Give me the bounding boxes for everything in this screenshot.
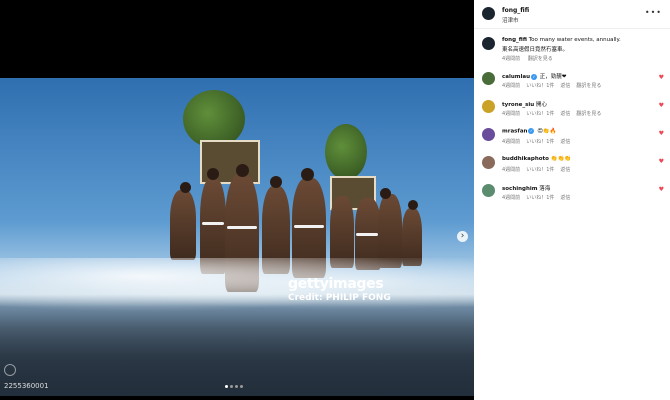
comment-text: 落海 <box>539 186 551 192</box>
comment-time[interactable]: 4週間前 <box>502 195 520 201</box>
head <box>270 176 282 188</box>
comment-line: sochinghim 落海 <box>502 184 550 192</box>
caption: fong_fifi Too many water events, annuall… <box>502 37 621 43</box>
comment-likes[interactable]: いいね！1件 <box>526 139 554 145</box>
comment-reply-button[interactable]: 返信 <box>560 167 570 173</box>
heart-icon[interactable]: ♥ <box>659 158 664 165</box>
comment-emoji: 😍👏🔥 <box>537 128 557 135</box>
comment-line: calumlau ✓ 正，勁靚❤ <box>502 72 566 80</box>
comment-reply-button[interactable]: 返信 <box>560 111 570 117</box>
comment-reply-button[interactable]: 返信 <box>560 83 570 89</box>
comment-line: buddhikaphoto 👏👏👏 <box>502 156 571 162</box>
caption-username[interactable]: fong_fifi <box>502 37 527 43</box>
head <box>236 164 249 177</box>
getty-watermark: gettyimages Credit: PHILIP FONG <box>288 276 391 303</box>
caption-translate[interactable]: 翻訳を見る <box>528 56 553 62</box>
head <box>301 168 314 181</box>
comment-meta: 4週間前 いいね！1件 返信 <box>502 138 576 145</box>
comment-username[interactable]: calumlau <box>502 74 530 80</box>
loincloth <box>356 233 378 236</box>
heart-icon[interactable]: ♥ <box>659 102 664 109</box>
comment-likes[interactable]: いいね！1件 <box>526 167 554 173</box>
carousel-dot <box>230 385 233 388</box>
comment-time[interactable]: 4週間前 <box>502 139 520 145</box>
head <box>180 182 191 193</box>
author-username[interactable]: fong_fifi <box>502 7 529 14</box>
comment-username[interactable]: buddhikaphoto <box>502 156 549 162</box>
wave-splash <box>0 258 474 318</box>
heart-icon[interactable]: ♥ <box>659 186 664 193</box>
sea-surface <box>0 316 474 396</box>
head <box>207 168 219 180</box>
post-location[interactable]: 沼津市 <box>502 16 519 24</box>
comment-likes[interactable]: いいね！1件 <box>526 83 554 89</box>
head <box>380 188 391 199</box>
photo-credit: Credit: PHILIP FONG <box>288 293 391 303</box>
caption-avatar[interactable] <box>482 37 495 50</box>
carousel-dot <box>240 385 243 388</box>
verified-badge-icon: ✓ <box>528 128 535 134</box>
comment-meta: 4週間前 いいね！1件 返信 翻訳を見る <box>502 82 607 89</box>
comment-reply-button[interactable]: 返信 <box>560 139 570 145</box>
media-panel: › gettyimages Credit: PHILIP FONG 225536… <box>0 0 474 400</box>
post-photo[interactable]: › <box>0 78 474 396</box>
author-avatar[interactable] <box>482 7 495 20</box>
sakaki-tree-right <box>325 124 367 180</box>
comment-avatar[interactable] <box>482 156 495 169</box>
caption-text-line2: 東名高速假日竟然冇塞車。 <box>502 47 569 53</box>
comment-likes[interactable]: いいね！1件 <box>526 195 554 201</box>
watermark-logo: gettyimages <box>288 276 384 292</box>
comment-meta: 4週間前 いいね！1件 返信 <box>502 166 576 173</box>
comment-username[interactable]: mrasfan <box>502 129 527 135</box>
carousel-dot <box>225 385 228 388</box>
tag-icon[interactable] <box>4 364 16 376</box>
loincloth <box>294 225 324 228</box>
comment-avatar[interactable] <box>482 72 495 85</box>
comment-line: mrasfan ✓ 😍👏🔥 <box>502 128 557 135</box>
comment-avatar[interactable] <box>482 100 495 113</box>
person <box>378 194 402 268</box>
verified-badge-icon: ✓ <box>531 73 538 80</box>
carousel-dot <box>235 385 238 388</box>
post-header: fong_fifi 沼津市 ••• <box>474 0 670 29</box>
comment-likes[interactable]: いいね！1件 <box>526 111 554 117</box>
comment-translate[interactable]: 翻訳を見る <box>576 83 601 89</box>
head <box>408 200 418 210</box>
image-id: 2255360001 <box>4 382 49 390</box>
comment-username[interactable]: sochinghim <box>502 186 538 192</box>
loincloth <box>227 226 257 229</box>
caption-time[interactable]: 4週間前 <box>502 56 520 62</box>
heart-icon[interactable]: ♥ <box>659 74 664 81</box>
comment-time[interactable]: 4週間前 <box>502 83 520 89</box>
comment-time[interactable]: 4週間前 <box>502 111 520 117</box>
comment-meta: 4週間前 いいね！1件 返信 翻訳を見る <box>502 110 607 117</box>
comment-text: 正，勁靚 <box>539 74 562 80</box>
comment-time[interactable]: 4週間前 <box>502 167 520 173</box>
comment-avatar[interactable] <box>482 128 495 141</box>
loincloth <box>202 222 224 225</box>
comment-reply-button[interactable]: 返信 <box>560 195 570 201</box>
comment-line: tyrone_siu 開心 <box>502 100 547 108</box>
comment-avatar[interactable] <box>482 184 495 197</box>
person <box>170 190 196 260</box>
comment-text: 開心 <box>535 102 547 108</box>
comment-translate[interactable]: 翻訳を見る <box>576 111 601 117</box>
more-horizontal-icon[interactable]: ••• <box>645 8 662 17</box>
caption-meta: 4週間前 翻訳を見る <box>502 55 559 62</box>
comment-emoji: 👏👏👏 <box>550 156 572 162</box>
post-sidebar: fong_fifi 沼津市 ••• fong_fifi Too many wat… <box>474 0 670 400</box>
carousel-indicator <box>225 385 243 388</box>
chevron-right-icon[interactable]: › <box>457 231 468 242</box>
heart-icon[interactable]: ♥ <box>659 130 664 137</box>
comment-emoji: ❤ <box>561 74 567 80</box>
comment-username[interactable]: tyrone_siu <box>502 102 534 108</box>
comment-meta: 4週間前 いいね！1件 返信 <box>502 194 576 201</box>
caption-text: Too many water events, annually. <box>528 37 621 43</box>
